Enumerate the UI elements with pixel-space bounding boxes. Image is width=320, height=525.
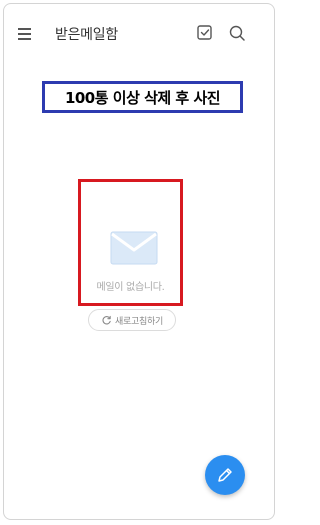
app-header: 받은메일함 — [3, 3, 275, 63]
annotation-label: 100통 이상 삭제 후 사진 — [42, 81, 243, 113]
refresh-button[interactable]: 새로고침하기 — [88, 309, 176, 331]
empty-message: 메일이 없습니다. — [96, 282, 165, 293]
search-icon[interactable] — [228, 24, 246, 42]
checkbox-select-icon[interactable] — [196, 24, 214, 42]
page-title: 받은메일함 — [55, 27, 118, 43]
pencil-icon — [218, 468, 232, 482]
envelope-icon — [110, 231, 158, 265]
hamburger-menu-icon[interactable] — [17, 25, 33, 41]
refresh-icon — [102, 315, 111, 324]
empty-state: 메일이 없습니다. — [78, 179, 183, 306]
refresh-label: 새로고침하기 — [115, 316, 163, 327]
compose-button[interactable] — [205, 455, 245, 495]
